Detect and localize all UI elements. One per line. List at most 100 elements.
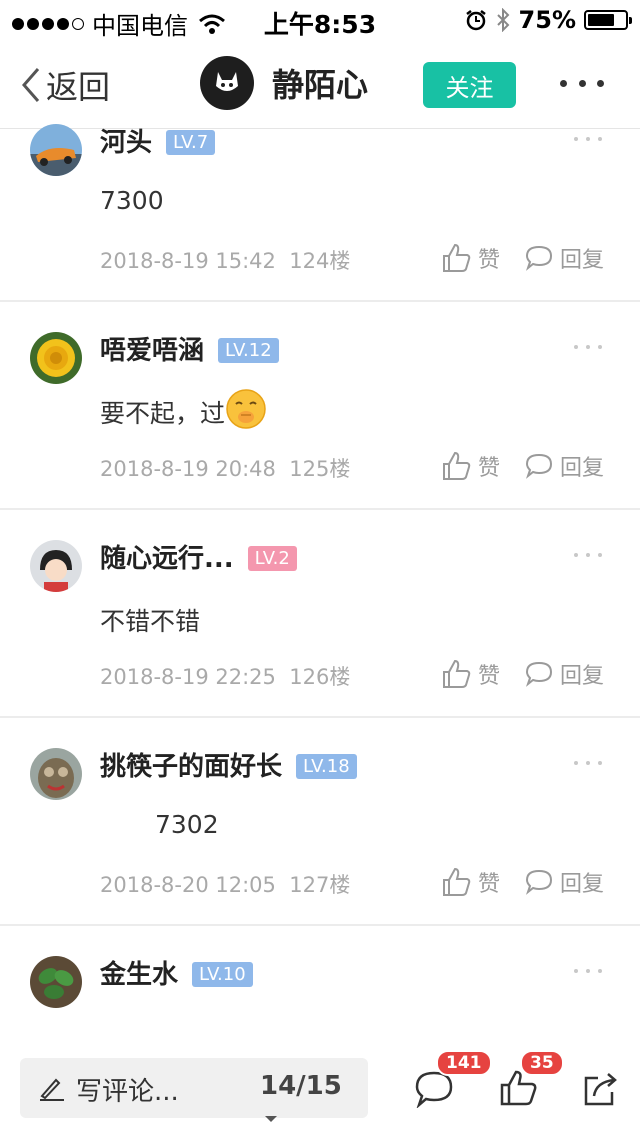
battery-fill — [588, 14, 614, 26]
level-badge: LV.10 — [192, 962, 253, 987]
thumbs-up-icon — [443, 243, 471, 272]
page-selector[interactable]: 14/15 — [260, 1071, 368, 1131]
back-button[interactable]: 返回 — [20, 62, 110, 108]
level-badge: LV.12 — [218, 338, 279, 363]
comment-more-icon[interactable] — [574, 761, 602, 765]
write-comment-input[interactable]: 写评论... 14/15 — [20, 1058, 368, 1122]
like-button[interactable]: 赞 — [440, 242, 500, 274]
alarm-icon — [465, 10, 486, 31]
divider — [0, 508, 640, 510]
username-text: 唔爱唔涵 — [100, 336, 205, 366]
comment-date: 2018-8-19 20:48 — [100, 457, 276, 481]
comment-floor: 126楼 — [289, 665, 351, 689]
back-label: 返回 — [46, 68, 111, 106]
comment-count-badge: 141 — [436, 1050, 492, 1076]
username[interactable]: 唔爱唔涵 LV.12 — [100, 330, 279, 367]
comment-text: 7302 — [155, 810, 219, 839]
write-comment-label: 写评论... — [76, 1077, 179, 1107]
thumbs-up-icon — [443, 659, 471, 688]
speech-bubble-icon — [525, 245, 553, 271]
avatar[interactable] — [30, 748, 82, 800]
battery-percent: 75% — [518, 6, 576, 34]
comment-meta: 2018-8-19 20:48 125楼 — [100, 453, 350, 483]
author-avatar[interactable] — [200, 56, 254, 110]
page-indicator: 14/15 — [260, 1071, 342, 1101]
battery-icon — [584, 10, 632, 30]
username[interactable]: 金生水 LV.10 — [100, 954, 253, 991]
comment-more-icon[interactable] — [574, 969, 602, 973]
comment-meta: 2018-8-20 12:05 127楼 — [100, 869, 350, 899]
nav-bar: 返回 静陌心 关注 — [0, 40, 640, 129]
comments-button[interactable]: 141 — [414, 1050, 492, 1112]
divider — [0, 924, 640, 926]
divider — [0, 300, 640, 302]
comment-meta: 2018-8-19 15:42 124楼 — [100, 245, 350, 275]
comment-date: 2018-8-19 22:25 — [100, 665, 276, 689]
like-button[interactable]: 赞 — [440, 866, 500, 898]
like-label: 赞 — [478, 872, 501, 897]
level-badge: LV.7 — [166, 130, 216, 155]
reply-label: 回复 — [560, 248, 605, 273]
divider — [0, 716, 640, 718]
comment-text-content: 要不起，过 — [100, 399, 226, 428]
comment-text: 7300 — [100, 186, 164, 215]
like-button[interactable]: 赞 — [440, 658, 500, 690]
thumbs-up-icon — [443, 867, 471, 896]
like-post-button[interactable]: 35 — [498, 1050, 564, 1112]
avatar[interactable] — [30, 332, 82, 384]
share-button[interactable] — [582, 1070, 620, 1112]
chevron-left-icon — [22, 68, 40, 102]
author-header[interactable]: 静陌心 — [200, 56, 368, 110]
username-text: 挑筷子的面好长 — [100, 752, 283, 782]
username[interactable]: 河头 LV.7 — [100, 122, 216, 159]
comment-text: 不错不错 — [100, 607, 201, 636]
username[interactable]: 随心远行... LV.2 — [100, 538, 297, 575]
speech-bubble-icon — [525, 869, 553, 895]
reply-button[interactable]: 回复 — [524, 866, 604, 898]
bluetooth-icon — [496, 8, 509, 32]
comment-floor: 127楼 — [289, 873, 351, 897]
reply-button[interactable]: 回复 — [524, 450, 604, 482]
like-button[interactable]: 赞 — [440, 450, 500, 482]
shush-face-emoji-icon — [226, 389, 266, 429]
avatar[interactable] — [30, 124, 82, 176]
username-text: 随心远行... — [100, 544, 234, 574]
speech-bubble-icon — [525, 661, 553, 687]
like-label: 赞 — [478, 664, 501, 689]
status-bar: 中国电信 上午8:53 75% — [0, 0, 640, 40]
cat-face-icon — [216, 72, 238, 91]
username-text: 河头 — [100, 128, 153, 158]
reply-button[interactable]: 回复 — [524, 658, 604, 690]
level-badge: LV.18 — [296, 754, 357, 779]
reply-label: 回复 — [560, 872, 605, 897]
comment-more-icon[interactable] — [574, 553, 602, 557]
speech-bubble-icon — [525, 453, 553, 479]
comment-date: 2018-8-19 15:42 — [100, 249, 276, 273]
comment-floor: 125楼 — [289, 457, 351, 481]
author-name: 静陌心 — [272, 66, 369, 104]
level-badge: LV.2 — [247, 546, 297, 571]
thumbs-up-icon — [443, 451, 471, 480]
avatar[interactable] — [30, 540, 82, 592]
username-text: 金生水 — [100, 960, 179, 990]
like-label: 赞 — [478, 456, 501, 481]
comment-text: 要不起，过 — [100, 389, 267, 430]
comment-floor: 124楼 — [289, 249, 351, 273]
reply-label: 回复 — [560, 664, 605, 689]
comment-date: 2018-8-20 12:05 — [100, 873, 276, 897]
reply-button[interactable]: 回复 — [524, 242, 604, 274]
avatar[interactable] — [30, 956, 82, 1008]
like-count-badge: 35 — [520, 1050, 564, 1076]
comment-more-icon[interactable] — [574, 345, 602, 349]
follow-button[interactable]: 关注 — [423, 62, 516, 108]
comment-more-icon[interactable] — [574, 137, 602, 141]
username[interactable]: 挑筷子的面好长 LV.18 — [100, 746, 357, 783]
caret-down-icon — [265, 1116, 277, 1122]
more-icon[interactable] — [560, 68, 604, 98]
status-right: 75% — [465, 6, 632, 34]
share-icon — [584, 1073, 617, 1106]
like-label: 赞 — [478, 248, 501, 273]
comment-meta: 2018-8-19 22:25 126楼 — [100, 661, 350, 691]
pencil-icon — [40, 1078, 64, 1101]
bottom-bar: 写评论... 14/15 141 35 — [0, 1040, 640, 1136]
